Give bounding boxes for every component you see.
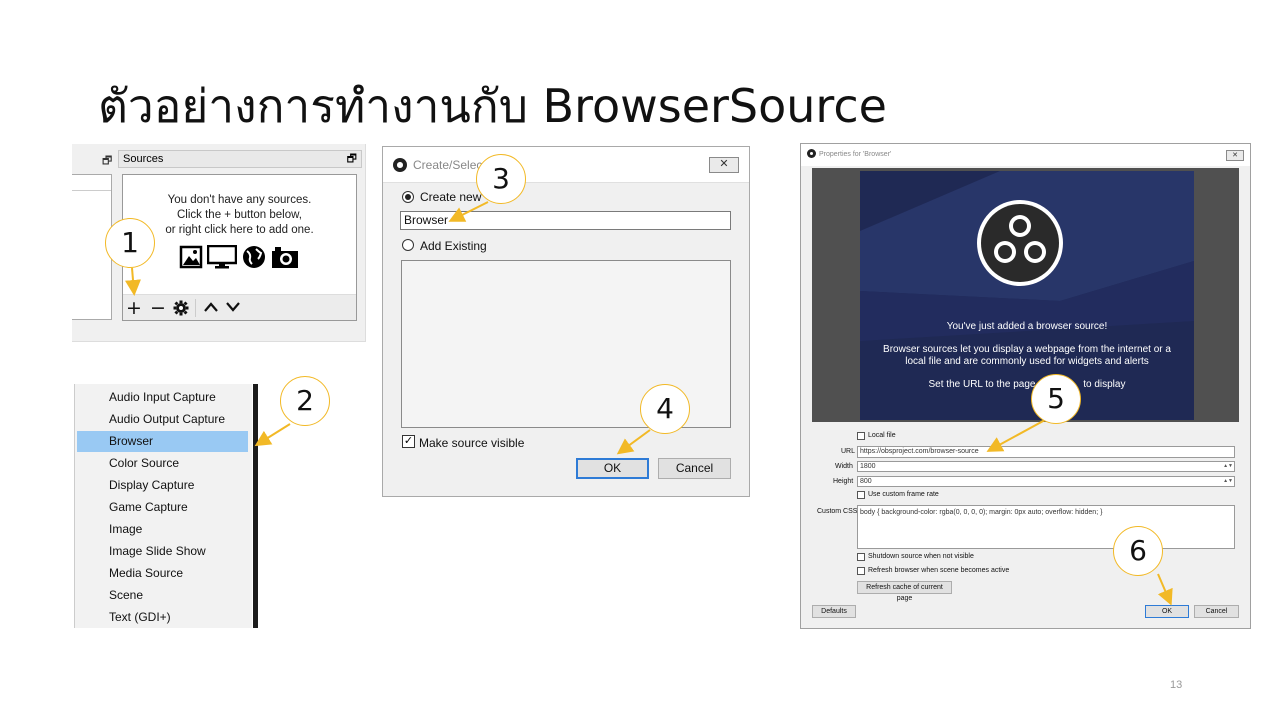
- preview-line-2b: local file and are commonly used for wid…: [905, 356, 1149, 367]
- menu-item-color-source[interactable]: Color Source: [77, 453, 248, 474]
- add-existing-label: Add Existing: [420, 239, 487, 253]
- restore-window-icon[interactable]: 🗗: [347, 151, 357, 167]
- callout-6: 6: [1113, 526, 1163, 576]
- local-file-label: Local file: [868, 432, 896, 439]
- make-visible-label: Make source visible: [419, 436, 525, 450]
- width-value: 1800: [860, 463, 876, 470]
- source-name-input[interactable]: Browser: [400, 211, 731, 230]
- close-icon[interactable]: ✕: [709, 157, 739, 173]
- callout-2: 2: [280, 376, 330, 426]
- refresh-checkbox[interactable]: [857, 567, 865, 575]
- create-new-radio[interactable]: [402, 191, 414, 203]
- add-source-button[interactable]: +: [126, 298, 142, 318]
- callout-1: 1: [105, 218, 155, 268]
- preview-line-1: You've just added a browser source!: [946, 321, 1108, 332]
- spinner-icon[interactable]: ▲▼: [1223, 462, 1233, 471]
- sources-toolbar: + −: [123, 294, 356, 320]
- callout-4: 4: [640, 384, 690, 434]
- height-input[interactable]: 800 ▲▼: [857, 476, 1235, 487]
- custom-css-label: Custom CSS: [817, 508, 858, 515]
- page-number: 13: [1170, 679, 1183, 691]
- refresh-cache-button[interactable]: Refresh cache of current page: [857, 581, 952, 602]
- properties-titlebar: Properties for 'Browser' ✕: [801, 144, 1250, 166]
- dialog-titlebar: Create/Select ✕: [383, 147, 749, 183]
- properties-title: Properties for 'Browser': [819, 151, 892, 158]
- preview-page: You've just added a browser source! Brow…: [860, 171, 1194, 420]
- chevron-up-icon[interactable]: [203, 301, 219, 313]
- camera-icon: [272, 247, 298, 268]
- menu-item-image-slide-show[interactable]: Image Slide Show: [77, 541, 248, 562]
- sources-header-label: Sources: [123, 153, 164, 165]
- monitor-icon: [207, 245, 237, 269]
- menu-item-text-gdi[interactable]: Text (GDI+): [77, 607, 248, 628]
- height-value: 800: [860, 478, 872, 485]
- browser-preview: You've just added a browser source! Brow…: [812, 168, 1239, 422]
- browser-properties-dialog: Properties for 'Browser' ✕ You've just a…: [800, 143, 1251, 629]
- create-new-label: Create new: [420, 190, 482, 204]
- add-source-menu: Audio Input Capture Audio Output Capture…: [74, 384, 258, 628]
- chevron-down-icon[interactable]: [225, 301, 241, 313]
- local-file-checkbox[interactable]: [857, 432, 865, 440]
- obs-logo-icon: [807, 149, 816, 158]
- create-source-dialog: Create/Select ✕ Create new Browser Add E…: [382, 146, 750, 497]
- toolbar-divider: [195, 299, 196, 317]
- image-icon: [179, 245, 203, 269]
- restore-window-icon[interactable]: 🗗: [102, 152, 112, 171]
- empty-message-line: or right click here to add one.: [165, 224, 314, 236]
- custom-css-input[interactable]: body { background-color: rgba(0, 0, 0, 0…: [857, 505, 1235, 549]
- properties-cancel-button[interactable]: Cancel: [1194, 605, 1239, 618]
- callout-3: 3: [476, 154, 526, 204]
- shutdown-checkbox[interactable]: [857, 553, 865, 561]
- url-label: URL: [841, 448, 856, 455]
- dialog-title: Create/Select: [413, 158, 486, 172]
- empty-message-line: Click the + button below,: [177, 209, 302, 221]
- url-input[interactable]: https://obsproject.com/browser-source: [857, 446, 1235, 458]
- sources-list[interactable]: You don't have any sources. Click the + …: [122, 174, 357, 321]
- menu-item-scene[interactable]: Scene: [77, 585, 248, 606]
- defaults-button[interactable]: Defaults: [812, 605, 856, 618]
- gear-icon[interactable]: [173, 300, 189, 316]
- obs-logo-icon: [977, 200, 1063, 286]
- menu-item-media-source[interactable]: Media Source: [77, 563, 248, 584]
- remove-source-button[interactable]: −: [150, 298, 166, 318]
- preview-line-3a: Set the URL to the page y: [928, 379, 1044, 390]
- custom-frame-rate-label: Use custom frame rate: [868, 491, 939, 498]
- globe-icon: [243, 246, 265, 268]
- spinner-icon[interactable]: ▲▼: [1223, 477, 1233, 486]
- menu-edge-shadow: [253, 384, 258, 628]
- slide-title: ตัวอย่างการทำงานกับ BrowserSource: [98, 79, 887, 133]
- add-existing-radio[interactable]: [402, 239, 414, 251]
- close-icon[interactable]: ✕: [1226, 150, 1244, 161]
- obs-logo-icon: [393, 158, 407, 172]
- cancel-button[interactable]: Cancel: [658, 458, 731, 479]
- shutdown-label: Shutdown source when not visible: [868, 553, 974, 560]
- preview-line-2a: Browser sources let you display a webpag…: [883, 344, 1171, 355]
- preview-line-3: Set the URL to the page y to display: [860, 379, 1194, 391]
- properties-ok-button[interactable]: OK: [1145, 605, 1189, 618]
- menu-item-game-capture[interactable]: Game Capture: [77, 497, 248, 518]
- empty-sources-message: You don't have any sources. Click the + …: [123, 193, 356, 238]
- preview-line-3b: to display: [1083, 379, 1126, 390]
- menu-item-image[interactable]: Image: [77, 519, 248, 540]
- refresh-label: Refresh browser when scene becomes activ…: [868, 567, 1010, 574]
- source-type-icons: [179, 245, 299, 269]
- make-visible-checkbox[interactable]: ✓: [402, 435, 415, 448]
- menu-item-display-capture[interactable]: Display Capture: [77, 475, 248, 496]
- callout-5: 5: [1031, 374, 1081, 424]
- width-input[interactable]: 1800 ▲▼: [857, 461, 1235, 472]
- ok-button[interactable]: OK: [576, 458, 649, 479]
- custom-frame-rate-checkbox[interactable]: [857, 491, 865, 499]
- width-label: Width: [835, 463, 853, 470]
- menu-item-browser[interactable]: Browser: [77, 431, 248, 452]
- height-label: Height: [833, 478, 854, 485]
- menu-item-audio-input-capture[interactable]: Audio Input Capture: [77, 387, 248, 408]
- empty-message-line: You don't have any sources.: [167, 194, 312, 206]
- sources-header: Sources 🗗: [118, 150, 362, 168]
- menu-item-audio-output-capture[interactable]: Audio Output Capture: [77, 409, 248, 430]
